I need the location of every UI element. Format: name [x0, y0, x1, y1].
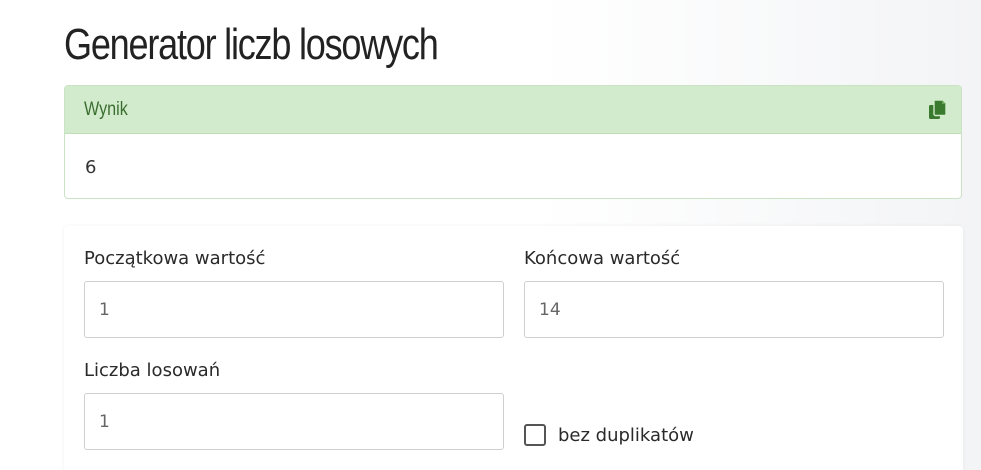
page: Generator liczb losowych Wynik 6 Początk… — [0, 0, 981, 470]
draw-count-label: Liczba losowań — [84, 360, 221, 381]
no-duplicates-label: bez duplikatów — [558, 424, 694, 446]
no-duplicates-option[interactable]: bez duplikatów — [524, 424, 694, 446]
start-value-label: Początkowa wartość — [84, 248, 266, 269]
start-value-input[interactable] — [84, 281, 504, 338]
end-value-input[interactable] — [524, 281, 944, 338]
form-card: Początkowa wartość Końcowa wartość Liczb… — [64, 226, 963, 470]
draw-count-input[interactable] — [84, 393, 504, 450]
end-value-label: Końcowa wartość — [524, 248, 681, 269]
result-card: Wynik 6 — [64, 85, 962, 199]
no-duplicates-checkbox[interactable] — [524, 424, 546, 446]
copy-icon-svg — [929, 99, 947, 119]
result-value: 6 — [85, 157, 97, 178]
page-title: Generator liczb losowych — [64, 20, 439, 69]
result-header: Wynik — [65, 86, 961, 134]
result-header-label: Wynik — [84, 99, 128, 120]
copy-icon[interactable] — [929, 99, 947, 120]
